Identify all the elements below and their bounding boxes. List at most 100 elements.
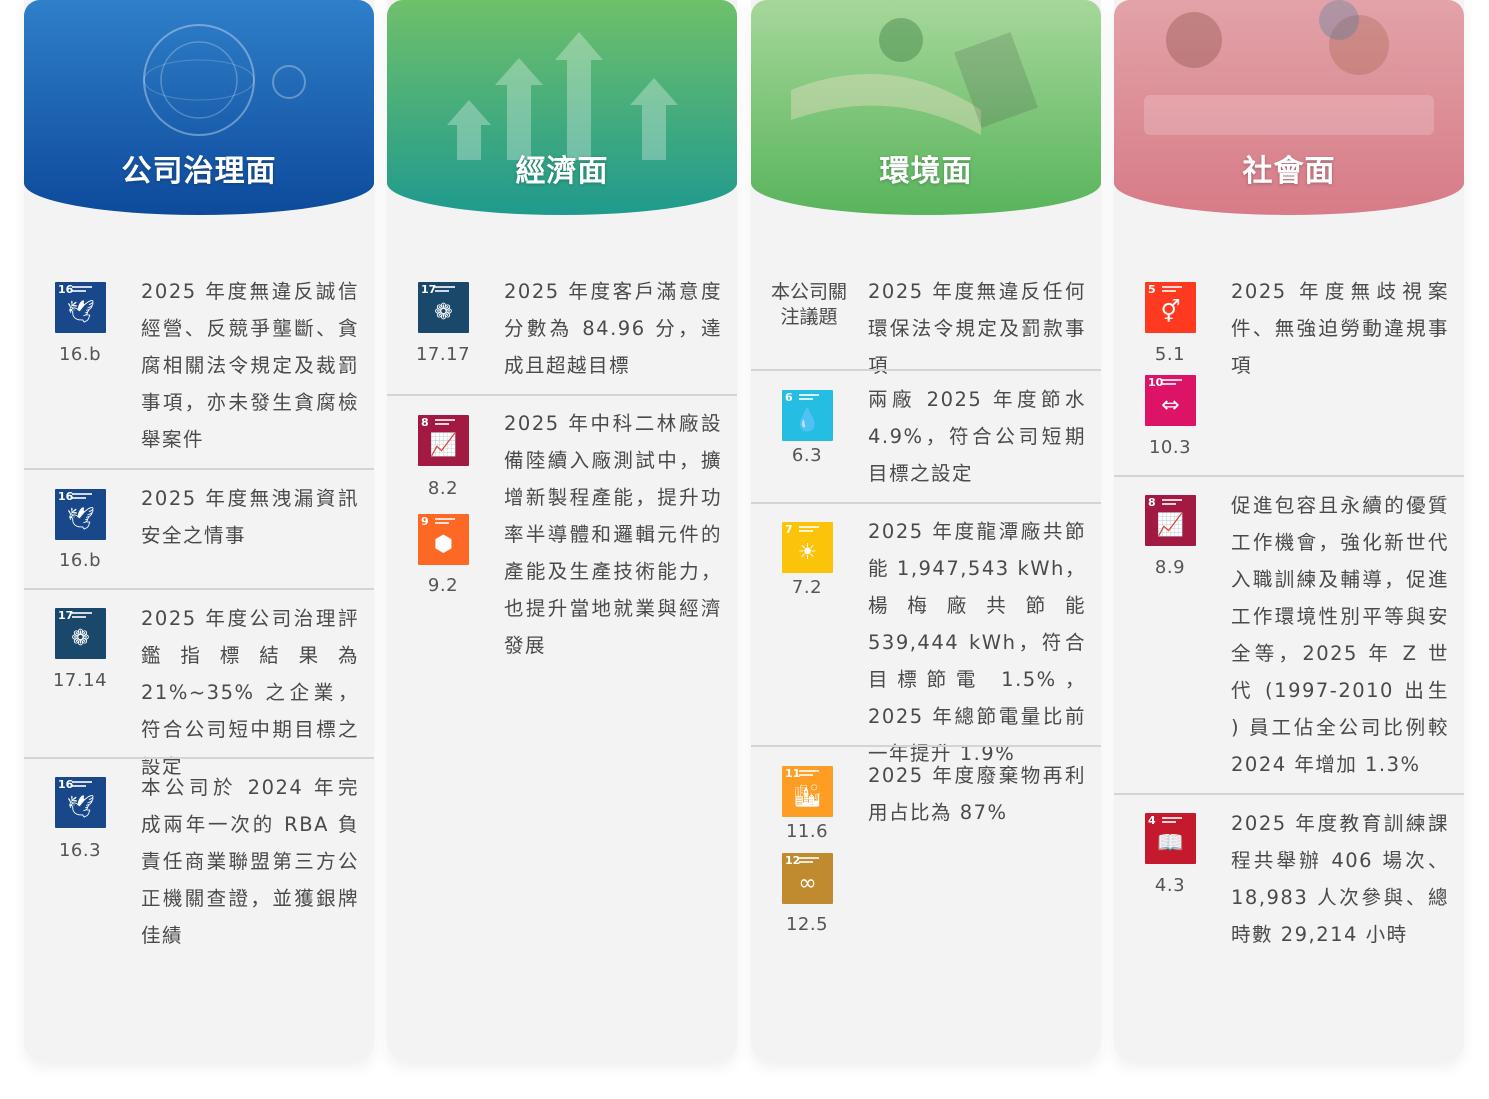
sdg-label-mark <box>799 526 819 528</box>
divider <box>387 394 737 396</box>
sdg-target-code: 16.b <box>58 550 102 571</box>
sdg-target-code: 7.2 <box>791 577 823 598</box>
sdg-label-mark <box>1162 821 1176 823</box>
economy-item-1-text: 2025 年度客戶滿意度分數為 84.96 分，達成且超越目標 <box>504 280 722 377</box>
divider <box>1114 793 1464 795</box>
sdg-label-mark <box>799 774 813 776</box>
header-social: 社會面 <box>1114 0 1464 215</box>
sdg-label-mark <box>435 419 455 421</box>
sdg-label-mark <box>72 616 86 618</box>
sdg-label-mark <box>72 493 92 495</box>
sdg-label-mark <box>72 497 86 499</box>
sdg5-gender-glyph: ⚥ <box>1160 300 1181 325</box>
environment-title: 環境面 <box>879 154 973 189</box>
sdg-target-code: 5.1 <box>1154 344 1186 365</box>
divider <box>1114 475 1464 477</box>
sdg-label-mark <box>1162 383 1176 385</box>
sdg-target-code: 8.9 <box>1154 557 1186 578</box>
sdg9-industry-icon: 9 ⬢ <box>418 514 469 565</box>
sdg4-education-icon: 4 📖 <box>1145 813 1196 864</box>
sdg-target-code: 16.b <box>58 344 102 365</box>
sdg-target-code: 9.2 <box>427 575 459 596</box>
economy-title: 經濟面 <box>515 154 609 189</box>
sdg-target-code: 17.17 <box>415 344 471 365</box>
social-item-1-text: 2025 年度無歧視案件、無強迫勞動違規事項 <box>1231 280 1449 377</box>
sdg7-energy-icon: 7 ☀ <box>782 522 833 573</box>
sdg-label-mark <box>1162 817 1182 819</box>
sdg5-gender-icon: 5 ⚥ <box>1145 282 1196 333</box>
divider <box>24 757 374 759</box>
sdg-label-mark <box>435 286 455 288</box>
sdg-label-mark <box>799 770 819 772</box>
divider <box>24 468 374 470</box>
sdg-label-mark <box>72 290 86 292</box>
sdg-target-code: 17.14 <box>52 670 108 691</box>
sdg-goal-number: 7 <box>785 523 793 536</box>
topic-label: 本公司關注議題 <box>771 281 848 328</box>
column-economy: 經濟面 17 ❁ 17.17 2025 年度客戶滿意度分數為 84.96 分，達成… <box>387 0 737 1060</box>
environment-item-4-text: 2025 年度廢棄物再利用占比為 87% <box>868 764 1086 824</box>
sdg-label-mark <box>435 290 449 292</box>
column-governance: 公司治理面 16 🕊 16.b 2025 年度無違反誠信經營、反競爭壟斷、貪腐相關… <box>24 0 374 1060</box>
sdg16-peace-glyph: 🕊 <box>66 507 95 532</box>
sdg-target-code: 16.3 <box>58 840 102 861</box>
divider <box>751 502 1101 504</box>
sdg-label-mark <box>72 286 92 288</box>
sdg11-cities-icon: 11 🏙 <box>782 766 833 817</box>
governance-item-4-text: 本公司於 2024 年完成兩年一次的 RBA 負責任商業聯盟第三方公正機關查證，… <box>141 776 359 947</box>
sdg8-growth-icon: 8 📈 <box>1145 495 1196 546</box>
social-item-2-text: 促進包容且永續的優質工作機會，強化新世代入職訓練及輔導，促進工作環境性別平等與安… <box>1231 494 1449 776</box>
sdg17-partnership-glyph: ❁ <box>71 626 90 651</box>
governance-title: 公司治理面 <box>121 154 277 189</box>
sdg10-inequality-glyph: ⇔ <box>1161 393 1180 418</box>
sdg12-consumption-glyph: ∞ <box>798 871 817 896</box>
sdg16-peace-icon: 16 🕊 <box>55 489 106 540</box>
sdg-goal-number: 4 <box>1148 814 1156 827</box>
sdg16-peace-glyph: 🕊 <box>66 795 95 820</box>
environment-item-3-text: 2025 年度龍潭廠共節能 1,947,543 kWh，楊梅廠共節能 539,4… <box>868 520 1086 765</box>
sdg17-partnership-glyph: ❁ <box>434 300 453 325</box>
column-environment: 環境面 本公司關注議題 2025 年度無違反任何環保法令規定及罰款事項 6 💧 6… <box>751 0 1101 1060</box>
sdg-target-code: 4.3 <box>1154 875 1186 896</box>
sdg8-growth-glyph: 📈 <box>429 433 458 458</box>
sdg4-education-glyph: 📖 <box>1156 831 1185 856</box>
sdg-label-mark <box>799 857 819 859</box>
sdg-label-mark <box>799 398 813 400</box>
sdg-label-mark <box>799 394 819 396</box>
sdg-label-mark <box>72 781 92 783</box>
sdg12-consumption-icon: 12 ∞ <box>782 853 833 904</box>
social-item-3-text: 2025 年度教育訓練課程共舉辦 406 場次、18,983 人次參與、總時數 … <box>1231 812 1449 946</box>
sdg-goal-number: 5 <box>1148 283 1156 296</box>
environment-item-1-text: 2025 年度無違反任何環保法令規定及罰款事項 <box>868 280 1086 377</box>
sdg9-industry-glyph: ⬢ <box>433 532 454 557</box>
sdg-goal-number: 8 <box>1148 496 1156 509</box>
governance-item-2-text: 2025 年度無洩漏資訊安全之情事 <box>141 487 359 547</box>
header-economy: 經濟面 <box>387 0 737 215</box>
divider <box>24 588 374 590</box>
sdg-label-mark <box>1162 286 1182 288</box>
sdg-label-mark <box>72 612 92 614</box>
economy-item-2-text: 2025 年中科二林廠設備陸續入廠測試中，擴增新製程產能，提升功率半導體和邏輯元… <box>504 412 722 657</box>
sdg-label-mark <box>435 522 449 524</box>
social-title: 社會面 <box>1242 154 1336 189</box>
sdg8-growth-icon: 8 📈 <box>418 415 469 466</box>
sdg6-water-glyph: 💧 <box>793 408 822 433</box>
sdg17-partnership-icon: 17 ❁ <box>55 608 106 659</box>
sdg-target-code: 12.5 <box>785 914 829 935</box>
sdg10-inequality-icon: 10 ⇔ <box>1145 375 1196 426</box>
sdg-goal-number: 8 <box>421 416 429 429</box>
sdg-target-code: 8.2 <box>427 478 459 499</box>
sdg-label-mark <box>799 861 813 863</box>
header-environment: 環境面 <box>751 0 1101 215</box>
sdg-target-code: 11.6 <box>785 821 829 842</box>
sdg16-peace-icon: 16 🕊 <box>55 282 106 333</box>
divider <box>751 745 1101 747</box>
sdg-label-mark <box>799 530 813 532</box>
sdg-goal-number: 9 <box>421 515 429 528</box>
sdg-target-code: 6.3 <box>791 445 823 466</box>
sdg-label-mark <box>435 518 455 520</box>
sdg-label-mark <box>435 423 449 425</box>
divider <box>751 369 1101 371</box>
sdg-label-mark <box>1162 379 1182 381</box>
sdg17-partnership-icon: 17 ❁ <box>418 282 469 333</box>
